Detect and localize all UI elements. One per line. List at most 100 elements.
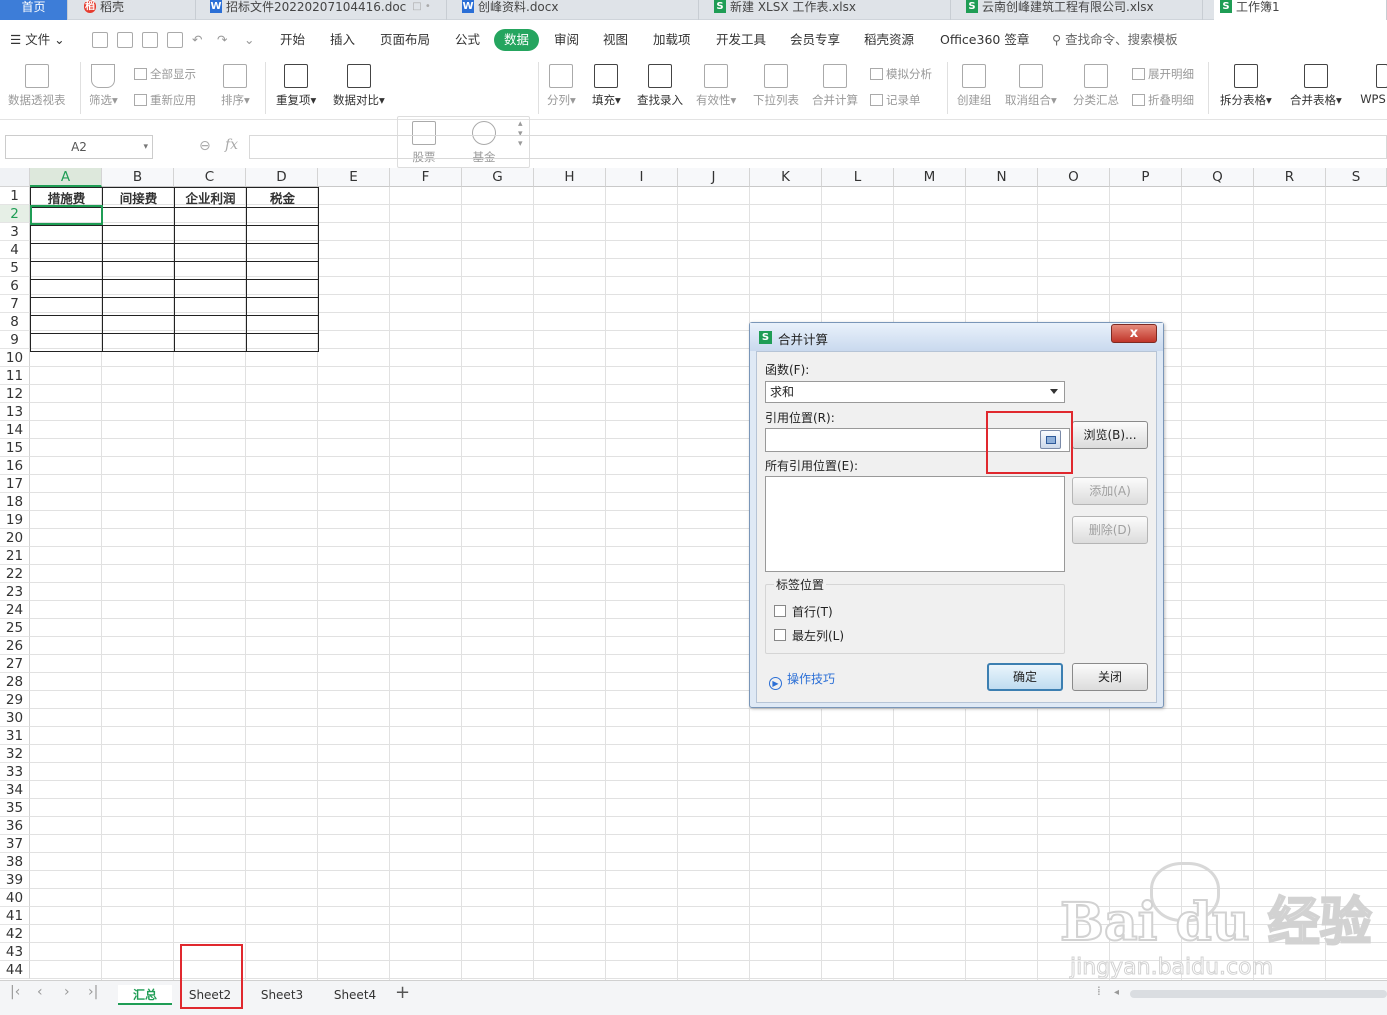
table-cell[interactable] <box>102 315 175 334</box>
table-header-cell[interactable]: 企业利润 <box>174 187 247 208</box>
row-header[interactable]: 10 <box>0 349 30 367</box>
table-header-cell[interactable]: 间接费 <box>102 187 175 208</box>
column-header-k[interactable]: K <box>750 168 822 187</box>
table-cell[interactable] <box>246 243 319 262</box>
tips-link[interactable]: ▶ 操作技巧 <box>769 670 835 690</box>
tab-doc-2[interactable]: W 创峰资料.docx <box>456 0 699 20</box>
table-cell[interactable] <box>102 279 175 298</box>
row-header[interactable]: 9 <box>0 331 30 349</box>
column-header-p[interactable]: P <box>1110 168 1182 187</box>
add-sheet-icon[interactable]: + <box>395 982 410 1003</box>
expand-detail-button[interactable]: 展开明细 <box>1132 66 1194 82</box>
table-cell[interactable] <box>30 279 103 298</box>
tab-doc-1[interactable]: W 招标文件20220207104416.doc □ • <box>204 0 447 20</box>
column-header-m[interactable]: M <box>894 168 966 187</box>
row-header[interactable]: 31 <box>0 727 30 745</box>
tab-xlsx-1[interactable]: S 新建 XLSX 工作表.xlsx <box>708 0 951 20</box>
close-button[interactable]: 关闭 <box>1072 663 1148 691</box>
column-header-f[interactable]: F <box>390 168 462 187</box>
column-header-e[interactable]: E <box>318 168 390 187</box>
row-header[interactable]: 34 <box>0 781 30 799</box>
row-header[interactable]: 37 <box>0 835 30 853</box>
table-cell[interactable] <box>102 243 175 262</box>
first-sheet-icon[interactable]: |‹ <box>10 984 20 1000</box>
row-header[interactable]: 25 <box>0 619 30 637</box>
column-header-o[interactable]: O <box>1038 168 1110 187</box>
row-header[interactable]: 38 <box>0 853 30 871</box>
dialog-titlebar[interactable]: S 合并计算 x <box>750 323 1163 351</box>
table-cell[interactable] <box>102 261 175 280</box>
column-header-b[interactable]: B <box>102 168 174 187</box>
table-cell[interactable] <box>246 261 319 280</box>
scroll-left-icon[interactable]: ◂ <box>1114 987 1119 998</box>
row-header[interactable]: 14 <box>0 421 30 439</box>
file-menu[interactable]: ☰ 文件 ⌄ <box>10 28 65 52</box>
dropdown-list-button[interactable]: 下拉列表 <box>753 64 799 108</box>
row-header[interactable]: 36 <box>0 817 30 835</box>
table-cell[interactable] <box>174 261 247 280</box>
table-cell[interactable] <box>30 225 103 244</box>
data-compare-button[interactable]: 数据对比▾ <box>333 64 385 108</box>
menu-review[interactable]: 审阅 <box>554 28 579 52</box>
row-header[interactable]: 18 <box>0 493 30 511</box>
sheet-tab-sheet3[interactable]: Sheet3 <box>252 985 312 1005</box>
browse-button[interactable]: 浏览(B)... <box>1072 421 1148 449</box>
save-icon[interactable] <box>92 32 108 48</box>
pivot-table-button[interactable]: 数据透视表 <box>8 64 66 108</box>
row-header[interactable]: 41 <box>0 907 30 925</box>
row-header[interactable]: 1 <box>0 187 30 205</box>
table-cell[interactable] <box>246 207 319 226</box>
row-header[interactable]: 21 <box>0 547 30 565</box>
horizontal-scrollbar[interactable] <box>1130 990 1387 998</box>
row-header[interactable]: 15 <box>0 439 30 457</box>
row-header[interactable]: 13 <box>0 403 30 421</box>
table-cell[interactable] <box>246 297 319 316</box>
top-row-checkbox[interactable] <box>774 605 786 617</box>
table-cell[interactable] <box>30 315 103 334</box>
column-header-l[interactable]: L <box>822 168 894 187</box>
fx-icon[interactable]: fx <box>225 137 238 153</box>
menu-data[interactable]: 数据 <box>494 29 540 51</box>
menu-office360[interactable]: Office360 签章 <box>940 28 1029 52</box>
table-cell[interactable] <box>174 279 247 298</box>
row-header[interactable]: 20 <box>0 529 30 547</box>
column-header-d[interactable]: D <box>246 168 318 187</box>
sort-button[interactable]: 排序▾ <box>221 64 250 108</box>
tab-home[interactable]: 首页 <box>0 0 68 20</box>
tab-xlsx-2[interactable]: S 云南创峰建筑工程有限公司.xlsx <box>960 0 1203 20</box>
create-group-button[interactable]: 创建组 <box>957 64 992 108</box>
wps-button[interactable]: WPS <box>1358 64 1387 106</box>
row-header[interactable]: 16 <box>0 457 30 475</box>
row-header[interactable]: 35 <box>0 799 30 817</box>
table-cell[interactable] <box>102 297 175 316</box>
column-header-h[interactable]: H <box>534 168 606 187</box>
left-column-checkbox[interactable] <box>774 629 786 641</box>
menu-insert[interactable]: 插入 <box>330 28 355 52</box>
table-cell[interactable] <box>102 225 175 244</box>
row-header[interactable]: 2 <box>0 205 30 223</box>
row-header[interactable]: 40 <box>0 889 30 907</box>
menu-formula[interactable]: 公式 <box>455 28 480 52</box>
table-cell[interactable] <box>246 279 319 298</box>
row-header[interactable]: 5 <box>0 259 30 277</box>
row-header[interactable]: 32 <box>0 745 30 763</box>
row-header[interactable]: 3 <box>0 223 30 241</box>
row-header[interactable]: 11 <box>0 367 30 385</box>
row-header[interactable]: 4 <box>0 241 30 259</box>
row-header[interactable]: 42 <box>0 925 30 943</box>
row-header[interactable]: 24 <box>0 601 30 619</box>
search-command[interactable]: ⚲ 查找命令、搜索模板 <box>1052 28 1178 52</box>
fill-button[interactable]: 填充▾ <box>592 64 621 108</box>
menu-daoke-resources[interactable]: 稻壳资源 <box>864 28 914 52</box>
dialog-close-button[interactable]: x <box>1111 324 1157 343</box>
merge-table-button[interactable]: 合并表格▾ <box>1290 64 1342 108</box>
table-cell[interactable] <box>174 333 247 352</box>
reapply-button[interactable]: 重新应用 <box>134 92 196 108</box>
table-cell[interactable] <box>30 261 103 280</box>
menu-member[interactable]: 会员专享 <box>790 28 840 52</box>
table-cell[interactable] <box>102 207 175 226</box>
prev-sheet-icon[interactable]: ‹ <box>37 984 43 1000</box>
row-header[interactable]: 44 <box>0 961 30 979</box>
table-cell[interactable] <box>246 315 319 334</box>
all-references-list[interactable] <box>765 476 1065 572</box>
